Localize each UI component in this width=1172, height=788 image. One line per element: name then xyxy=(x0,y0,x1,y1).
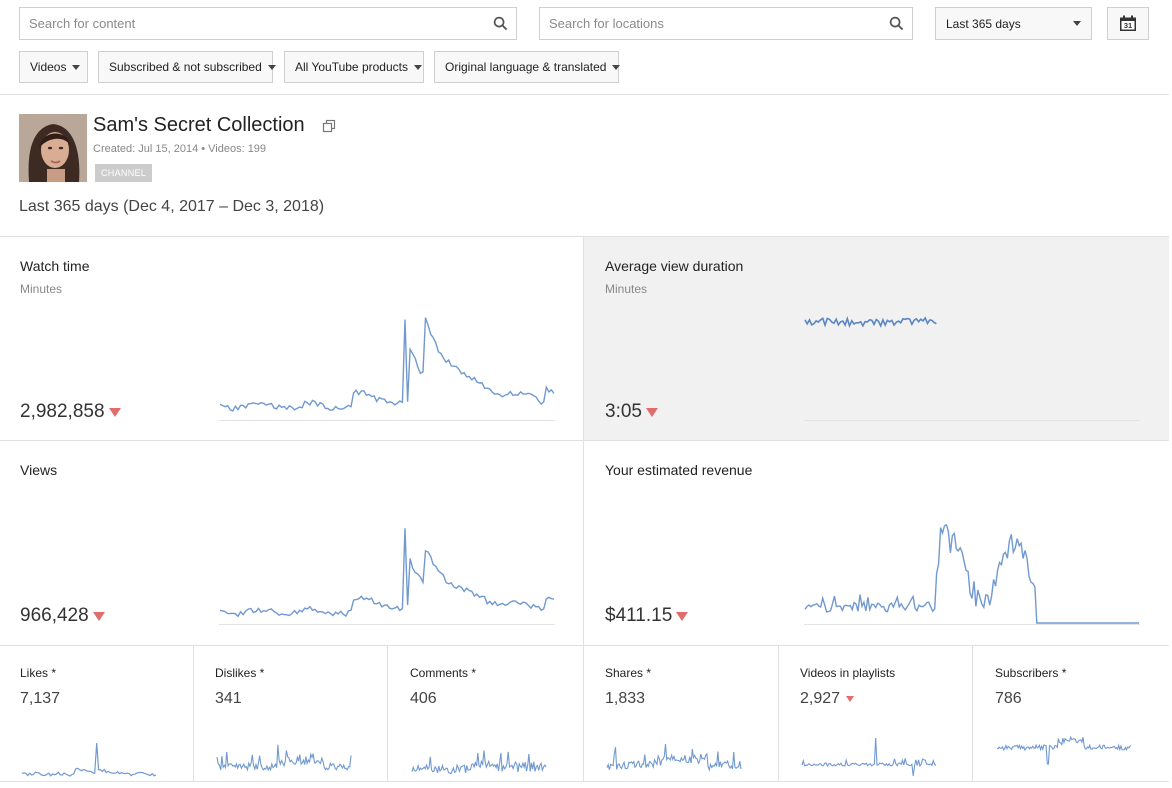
subscribers-sparkline xyxy=(995,728,1133,780)
metric-value: 2,927 xyxy=(800,690,840,708)
card-title: Dislikes * xyxy=(215,666,264,680)
card-value: 2,982,858 xyxy=(20,401,121,423)
watch-time-sparkline xyxy=(218,300,556,422)
search-icon[interactable] xyxy=(493,16,508,31)
card-value: 2,927 xyxy=(800,690,854,708)
card-subtitle: Minutes xyxy=(20,282,62,296)
divider xyxy=(0,781,1169,782)
trend-down-icon xyxy=(676,612,688,621)
divider xyxy=(193,646,194,781)
search-locations-input[interactable] xyxy=(540,8,912,39)
divider xyxy=(583,237,584,646)
search-content-box[interactable] xyxy=(19,7,517,40)
metric-value: $411.15 xyxy=(605,605,672,627)
chevron-down-icon xyxy=(268,65,276,70)
channel-meta: Created: Jul 15, 2014 • Videos: 199 xyxy=(93,143,266,155)
card-title: Videos in playlists xyxy=(800,666,895,680)
metric-value: 3:05 xyxy=(605,401,642,423)
card-title: Average view duration xyxy=(605,258,743,274)
trend-down-icon xyxy=(109,408,121,417)
card-title: Views xyxy=(20,462,57,478)
divider xyxy=(0,645,1169,646)
channel-badge: CHANNEL xyxy=(95,164,152,182)
date-range-summary: Last 365 days (Dec 4, 2017 – Dec 3, 2018… xyxy=(19,198,324,216)
card-title: Likes * xyxy=(20,666,56,680)
dislikes-sparkline xyxy=(215,728,353,780)
chip-content-type[interactable]: Videos xyxy=(19,51,88,83)
chevron-down-icon xyxy=(72,65,80,70)
revenue-sparkline xyxy=(803,504,1141,626)
divider xyxy=(778,646,779,781)
chevron-down-icon xyxy=(612,65,620,70)
metric-value: 966,428 xyxy=(20,605,89,627)
chip-products[interactable]: All YouTube products xyxy=(284,51,424,83)
chip-label: All YouTube products xyxy=(295,60,408,74)
avatar-image xyxy=(19,114,87,182)
card-value: 406 xyxy=(410,690,437,708)
date-range-dropdown[interactable]: Last 365 days xyxy=(935,7,1092,40)
calendar-button[interactable]: 31 xyxy=(1107,7,1149,40)
chip-language[interactable]: Original language & translated xyxy=(434,51,619,83)
date-range-label: Last 365 days xyxy=(946,17,1021,31)
card-value: 7,137 xyxy=(20,690,60,708)
card-subtitle: Minutes xyxy=(605,282,647,296)
channel-title[interactable]: Sam's Secret Collection xyxy=(93,114,305,137)
external-link-icon[interactable] xyxy=(322,119,336,133)
divider xyxy=(0,94,1169,95)
chip-label: Original language & translated xyxy=(445,60,606,74)
divider xyxy=(583,646,584,781)
avg-duration-sparkline xyxy=(803,300,1141,422)
search-content-input[interactable] xyxy=(20,8,516,39)
card-value: 3:05 xyxy=(605,401,658,423)
comments-sparkline xyxy=(410,728,548,780)
metric-value: 2,982,858 xyxy=(20,401,105,423)
card-value: 341 xyxy=(215,690,242,708)
card-value: 966,428 xyxy=(20,605,105,627)
search-locations-box[interactable] xyxy=(539,7,913,40)
trend-down-icon xyxy=(646,408,658,417)
trend-down-icon xyxy=(93,612,105,621)
playlists-sparkline xyxy=(800,728,938,780)
likes-sparkline xyxy=(20,728,158,780)
card-title: Comments * xyxy=(410,666,476,680)
card-value: 1,833 xyxy=(605,690,645,708)
trend-down-icon xyxy=(846,696,854,702)
search-icon[interactable] xyxy=(889,16,904,31)
views-sparkline xyxy=(218,504,556,626)
chevron-down-icon xyxy=(1073,21,1081,26)
card-title: Your estimated revenue xyxy=(605,462,752,478)
shares-sparkline xyxy=(605,728,743,780)
chip-subscription[interactable]: Subscribed & not subscribed xyxy=(98,51,273,83)
chevron-down-icon xyxy=(414,65,422,70)
chip-label: Subscribed & not subscribed xyxy=(109,60,262,74)
card-value: 786 xyxy=(995,690,1022,708)
avatar[interactable] xyxy=(19,114,87,182)
card-title: Watch time xyxy=(20,258,90,274)
calendar-icon: 31 xyxy=(1119,15,1137,32)
divider xyxy=(387,646,388,781)
divider xyxy=(972,646,973,781)
card-title: Subscribers * xyxy=(995,666,1066,680)
divider xyxy=(0,440,1169,441)
chip-label: Videos xyxy=(30,60,66,74)
svg-text:31: 31 xyxy=(1124,21,1132,30)
card-value: $411.15 xyxy=(605,605,688,627)
card-title: Shares * xyxy=(605,666,651,680)
